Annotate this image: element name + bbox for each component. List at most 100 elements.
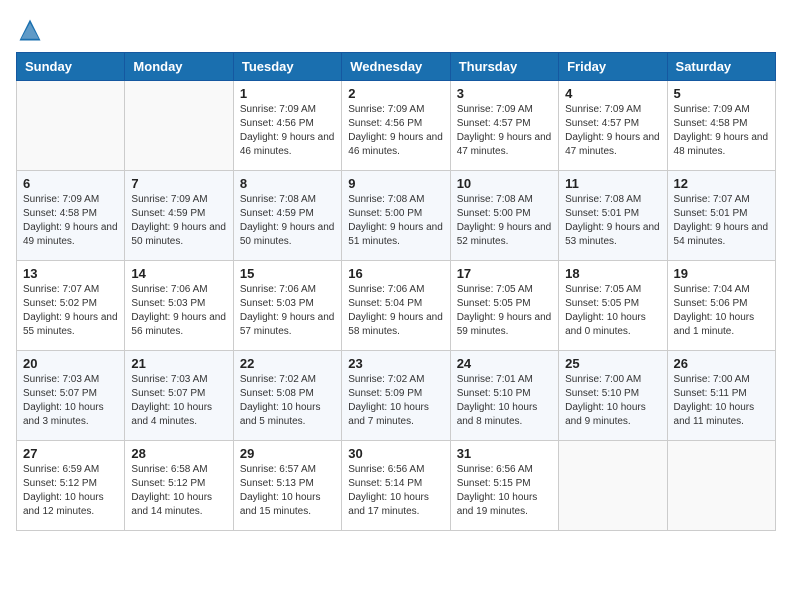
day-number: 18 — [565, 266, 660, 281]
weekday-header-tuesday: Tuesday — [233, 53, 341, 81]
day-info: Sunrise: 7:07 AMSunset: 5:01 PMDaylight:… — [674, 193, 769, 249]
calendar-cell: 19Sunrise: 7:04 AMSunset: 5:06 PMDayligh… — [667, 261, 775, 351]
page-header — [16, 16, 776, 44]
week-row-4: 20 Sunrise: 7:03 AMSunset: 5:07 PMDayligh… — [17, 351, 776, 441]
weekday-header-wednesday: Wednesday — [342, 53, 450, 81]
day-number: 30 — [348, 446, 443, 461]
day-info: Sunrise: 6:58 AMSunset: 5:12 PMDaylight:… — [131, 463, 226, 519]
calendar-cell: 10 Sunrise: 7:08 AMSunset: 5:00 PMDayligh… — [450, 171, 558, 261]
day-info: Sunrise: 7:06 AMSunset: 5:03 PMDaylight:… — [131, 283, 226, 339]
day-number: 6 — [23, 176, 118, 191]
calendar-cell: 29 Sunrise: 6:57 AMSunset: 5:13 PMDayligh… — [233, 441, 341, 531]
calendar-cell: 3 Sunrise: 7:09 AMSunset: 4:57 PMDaylight… — [450, 81, 558, 171]
day-number: 11 — [565, 176, 660, 191]
day-number: 7 — [131, 176, 226, 191]
day-number: 8 — [240, 176, 335, 191]
day-info: Sunrise: 6:59 AMSunset: 5:12 PMDaylight:… — [23, 463, 118, 519]
day-number: 1 — [240, 86, 335, 101]
weekday-header-sunday: Sunday — [17, 53, 125, 81]
day-number: 26 — [674, 356, 769, 371]
day-info: Sunrise: 7:05 AMSunset: 5:05 PMDaylight:… — [457, 283, 552, 339]
week-row-1: 1 Sunrise: 7:09 AMSunset: 4:56 PMDaylight… — [17, 81, 776, 171]
calendar-cell: 27Sunrise: 6:59 AMSunset: 5:12 PMDayligh… — [17, 441, 125, 531]
calendar-cell: 30 Sunrise: 6:56 AMSunset: 5:14 PMDayligh… — [342, 441, 450, 531]
day-info: Sunrise: 7:03 AMSunset: 5:07 PMDaylight:… — [23, 373, 118, 429]
calendar-cell — [667, 441, 775, 531]
day-number: 16 — [348, 266, 443, 281]
day-number: 19 — [674, 266, 769, 281]
day-info: Sunrise: 7:07 AMSunset: 5:02 PMDaylight:… — [23, 283, 118, 339]
day-info: Sunrise: 7:06 AMSunset: 5:04 PMDaylight:… — [348, 283, 443, 339]
calendar-cell: 31 Sunrise: 6:56 AMSunset: 5:15 PMDayligh… — [450, 441, 558, 531]
day-number: 2 — [348, 86, 443, 101]
day-number: 20 — [23, 356, 118, 371]
day-info: Sunrise: 7:09 AMSunset: 4:58 PMDaylight:… — [674, 103, 769, 159]
calendar-cell: 22 Sunrise: 7:02 AMSunset: 5:08 PMDayligh… — [233, 351, 341, 441]
day-info: Sunrise: 7:05 AMSunset: 5:05 PMDaylight:… — [565, 283, 660, 339]
calendar-cell: 12Sunrise: 7:07 AMSunset: 5:01 PMDayligh… — [667, 171, 775, 261]
day-info: Sunrise: 7:08 AMSunset: 5:00 PMDaylight:… — [457, 193, 552, 249]
day-number: 5 — [674, 86, 769, 101]
day-info: Sunrise: 7:09 AMSunset: 4:57 PMDaylight:… — [457, 103, 552, 159]
weekday-header-monday: Monday — [125, 53, 233, 81]
calendar-cell — [17, 81, 125, 171]
day-number: 25 — [565, 356, 660, 371]
day-number: 10 — [457, 176, 552, 191]
day-number: 13 — [23, 266, 118, 281]
day-number: 3 — [457, 86, 552, 101]
day-info: Sunrise: 7:06 AMSunset: 5:03 PMDaylight:… — [240, 283, 335, 339]
day-number: 29 — [240, 446, 335, 461]
day-info: Sunrise: 7:08 AMSunset: 5:01 PMDaylight:… — [565, 193, 660, 249]
day-info: Sunrise: 7:02 AMSunset: 5:08 PMDaylight:… — [240, 373, 335, 429]
calendar-cell: 20 Sunrise: 7:03 AMSunset: 5:07 PMDayligh… — [17, 351, 125, 441]
calendar-cell: 5 Sunrise: 7:09 AMSunset: 4:58 PMDaylight… — [667, 81, 775, 171]
calendar-cell: 15 Sunrise: 7:06 AMSunset: 5:03 PMDayligh… — [233, 261, 341, 351]
day-info: Sunrise: 6:56 AMSunset: 5:14 PMDaylight:… — [348, 463, 443, 519]
day-info: Sunrise: 7:03 AMSunset: 5:07 PMDaylight:… — [131, 373, 226, 429]
day-info: Sunrise: 7:09 AMSunset: 4:57 PMDaylight:… — [565, 103, 660, 159]
day-info: Sunrise: 7:09 AMSunset: 4:56 PMDaylight:… — [348, 103, 443, 159]
calendar-cell: 4 Sunrise: 7:09 AMSunset: 4:57 PMDaylight… — [559, 81, 667, 171]
day-info: Sunrise: 7:00 AMSunset: 5:11 PMDaylight:… — [674, 373, 769, 429]
day-info: Sunrise: 6:57 AMSunset: 5:13 PMDaylight:… — [240, 463, 335, 519]
week-row-3: 13 Sunrise: 7:07 AMSunset: 5:02 PMDayligh… — [17, 261, 776, 351]
calendar-cell: 11 Sunrise: 7:08 AMSunset: 5:01 PMDayligh… — [559, 171, 667, 261]
day-number: 14 — [131, 266, 226, 281]
logo — [16, 16, 48, 44]
calendar-cell — [559, 441, 667, 531]
day-info: Sunrise: 6:56 AMSunset: 5:15 PMDaylight:… — [457, 463, 552, 519]
day-number: 4 — [565, 86, 660, 101]
weekday-header-thursday: Thursday — [450, 53, 558, 81]
calendar-cell: 25 Sunrise: 7:00 AMSunset: 5:10 PMDayligh… — [559, 351, 667, 441]
day-info: Sunrise: 7:01 AMSunset: 5:10 PMDaylight:… — [457, 373, 552, 429]
logo-icon — [16, 16, 44, 44]
calendar-cell: 23Sunrise: 7:02 AMSunset: 5:09 PMDayligh… — [342, 351, 450, 441]
calendar-cell: 18 Sunrise: 7:05 AMSunset: 5:05 PMDayligh… — [559, 261, 667, 351]
day-info: Sunrise: 7:09 AMSunset: 4:59 PMDaylight:… — [131, 193, 226, 249]
day-info: Sunrise: 7:09 AMSunset: 4:58 PMDaylight:… — [23, 193, 118, 249]
calendar-cell: 16 Sunrise: 7:06 AMSunset: 5:04 PMDayligh… — [342, 261, 450, 351]
day-info: Sunrise: 7:09 AMSunset: 4:56 PMDaylight:… — [240, 103, 335, 159]
day-number: 22 — [240, 356, 335, 371]
day-number: 15 — [240, 266, 335, 281]
day-number: 24 — [457, 356, 552, 371]
calendar-cell: 2 Sunrise: 7:09 AMSunset: 4:56 PMDaylight… — [342, 81, 450, 171]
calendar-cell: 7 Sunrise: 7:09 AMSunset: 4:59 PMDaylight… — [125, 171, 233, 261]
day-info: Sunrise: 7:08 AMSunset: 4:59 PMDaylight:… — [240, 193, 335, 249]
calendar-cell: 17 Sunrise: 7:05 AMSunset: 5:05 PMDayligh… — [450, 261, 558, 351]
day-number: 17 — [457, 266, 552, 281]
day-info: Sunrise: 7:08 AMSunset: 5:00 PMDaylight:… — [348, 193, 443, 249]
calendar-cell: 6 Sunrise: 7:09 AMSunset: 4:58 PMDaylight… — [17, 171, 125, 261]
day-number: 9 — [348, 176, 443, 191]
week-row-2: 6 Sunrise: 7:09 AMSunset: 4:58 PMDaylight… — [17, 171, 776, 261]
day-number: 31 — [457, 446, 552, 461]
weekday-header-saturday: Saturday — [667, 53, 775, 81]
calendar-cell: 14 Sunrise: 7:06 AMSunset: 5:03 PMDayligh… — [125, 261, 233, 351]
calendar-cell: 8 Sunrise: 7:08 AMSunset: 4:59 PMDaylight… — [233, 171, 341, 261]
day-info: Sunrise: 7:00 AMSunset: 5:10 PMDaylight:… — [565, 373, 660, 429]
day-number: 21 — [131, 356, 226, 371]
calendar-cell: 9 Sunrise: 7:08 AMSunset: 5:00 PMDaylight… — [342, 171, 450, 261]
calendar-cell: 21 Sunrise: 7:03 AMSunset: 5:07 PMDayligh… — [125, 351, 233, 441]
day-info: Sunrise: 7:02 AMSunset: 5:09 PMDaylight:… — [348, 373, 443, 429]
week-row-5: 27Sunrise: 6:59 AMSunset: 5:12 PMDayligh… — [17, 441, 776, 531]
